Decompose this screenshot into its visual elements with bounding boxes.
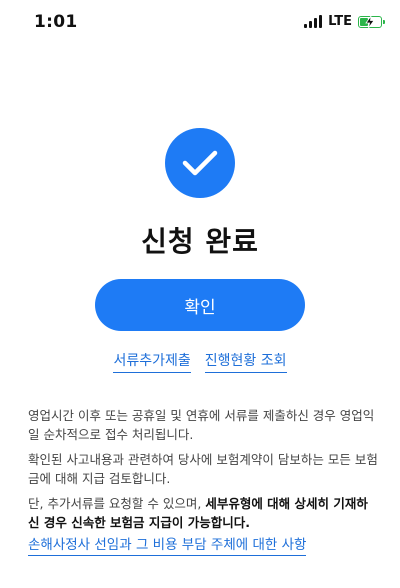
action-links: 서류추가제출 진행현황 조회 <box>0 350 400 373</box>
success-check-icon <box>165 128 235 198</box>
notice-text: 영업시간 이후 또는 공휴일 및 연휴에 서류를 제출하신 경우 영업익일 순차… <box>28 406 378 538</box>
status-bar: 1:01 LTE <box>0 0 400 48</box>
confirm-button[interactable]: 확인 <box>95 279 305 331</box>
status-time: 1:01 <box>34 12 78 32</box>
signal-strength-icon <box>304 15 323 28</box>
battery-icon <box>358 15 385 28</box>
notice-paragraph-3-text: 단, 추가서류를 요청할 수 있으며, <box>28 496 206 511</box>
charging-bolt-icon <box>365 15 375 28</box>
page-title: 신청 완료 <box>141 225 259 258</box>
loss-adjuster-info-link[interactable]: 손해사정사 선임과 그 비용 부담 주체에 대한 사항 <box>28 533 307 556</box>
notice-paragraph-3: 단, 추가서류를 요청할 수 있으며, 세부유형에 대해 상세히 기재하신 경우… <box>28 494 378 532</box>
add-documents-link[interactable]: 서류추가제출 <box>113 350 191 373</box>
notice-paragraph-1: 영업시간 이후 또는 공휴일 및 연휴에 서류를 제출하신 경우 영업익일 순차… <box>28 408 375 442</box>
network-type: LTE <box>328 14 352 29</box>
notice-paragraph-2: 확인된 사고내용과 관련하여 당사에 보험계약이 담보하는 모든 보험금에 대해… <box>28 452 378 486</box>
check-status-link[interactable]: 진행현황 조회 <box>204 350 287 373</box>
status-indicators: LTE <box>304 14 385 29</box>
